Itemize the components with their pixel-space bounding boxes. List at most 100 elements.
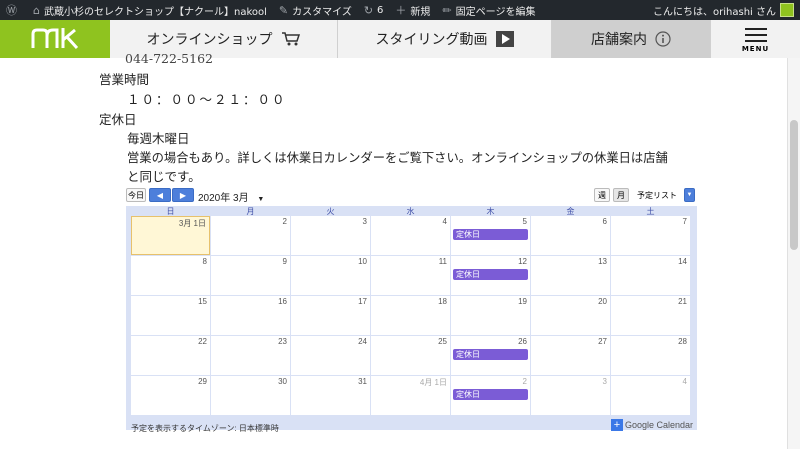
new-label: 新規 bbox=[410, 6, 431, 18]
day-cell[interactable]: 28 bbox=[611, 336, 690, 375]
day-number: 4 bbox=[682, 377, 687, 386]
scrollbar-thumb[interactable] bbox=[790, 120, 798, 250]
day-cell[interactable]: 2 定休日 bbox=[451, 376, 530, 415]
nav-store-info[interactable]: 店舗案内 bbox=[552, 20, 711, 58]
day-number: 8 bbox=[202, 257, 207, 266]
menu-button[interactable]: MENU bbox=[711, 20, 800, 58]
plus-icon: ＋ bbox=[395, 4, 407, 17]
day-cell[interactable]: 3月 1日 bbox=[131, 216, 210, 255]
day-cell[interactable]: 14 bbox=[611, 256, 690, 295]
day-cell[interactable]: 10 bbox=[291, 256, 370, 295]
month-label: 2020年 3月 bbox=[198, 193, 249, 204]
day-number: 19 bbox=[518, 297, 527, 306]
day-cell[interactable]: 20 bbox=[531, 296, 610, 335]
phone-number: 044-722-5162 bbox=[125, 51, 213, 66]
nav-styling-video-label: スタイリング動画 bbox=[375, 32, 488, 48]
brush-icon: ✎ bbox=[278, 3, 289, 17]
customize-link[interactable]: ✎ カスタマイズ bbox=[273, 0, 358, 20]
site-name-link[interactable]: ⌂ 武蔵小杉のセレクトショップ【ナクール】nakool bbox=[27, 0, 273, 20]
calendar-footer: 予定を表示するタイムゾーン: 日本標準時 + Google Calendar bbox=[126, 416, 697, 436]
day-cell[interactable]: 22 bbox=[131, 336, 210, 375]
day-cell[interactable]: 13 bbox=[531, 256, 610, 295]
google-calendar-label: Google Calendar bbox=[624, 420, 693, 430]
updates-link[interactable]: ↻ 6 bbox=[358, 0, 390, 20]
nav-styling-video[interactable]: スタイリング動画 bbox=[338, 20, 552, 58]
day-cell[interactable]: 4 bbox=[611, 376, 690, 415]
view-month-tab[interactable]: 月 bbox=[613, 188, 629, 202]
day-number: 23 bbox=[278, 337, 287, 346]
event-closed-day[interactable]: 定休日 bbox=[453, 269, 528, 280]
day-number: 9 bbox=[282, 257, 287, 266]
day-cell[interactable]: 6 bbox=[531, 216, 610, 255]
day-cell[interactable]: 12 定休日 bbox=[451, 256, 530, 295]
new-content-link[interactable]: ＋ 新規 bbox=[389, 0, 436, 20]
day-cell[interactable]: 30 bbox=[211, 376, 290, 415]
day-cell[interactable]: 26 定休日 bbox=[451, 336, 530, 375]
edit-label: 固定ページを編集 bbox=[455, 6, 536, 18]
day-cell[interactable]: 31 bbox=[291, 376, 370, 415]
customize-label: カスタマイズ bbox=[292, 6, 352, 18]
day-number: 21 bbox=[678, 297, 687, 306]
day-cell[interactable]: 18 bbox=[371, 296, 450, 335]
day-cell[interactable]: 8 bbox=[131, 256, 210, 295]
nav-store-info-label: 店舗案内 bbox=[591, 32, 647, 48]
day-cell[interactable]: 24 bbox=[291, 336, 370, 375]
event-closed-day[interactable]: 定休日 bbox=[453, 389, 528, 400]
day-cell[interactable]: 29 bbox=[131, 376, 210, 415]
day-number: 25 bbox=[438, 337, 447, 346]
note-line-1: 営業の場合もあり。詳しくは休業日カレンダーをご覧下さい。オンラインショップの休業… bbox=[127, 151, 668, 165]
hours-value: １０：００～２１：００ bbox=[127, 92, 287, 107]
user-menu[interactable]: こんにちは、orihashi さん bbox=[653, 3, 800, 18]
day-cell[interactable]: 27 bbox=[531, 336, 610, 375]
nav-online-shop-label: オンラインショップ bbox=[146, 32, 273, 48]
event-closed-day[interactable]: 定休日 bbox=[453, 349, 528, 360]
day-number: 16 bbox=[278, 297, 287, 306]
day-cell[interactable]: 16 bbox=[211, 296, 290, 335]
wordpress-menu[interactable]: Ⓦ bbox=[0, 0, 27, 20]
view-dropdown-icon[interactable]: ▼ bbox=[684, 188, 695, 202]
prev-month-button[interactable]: ◀ bbox=[149, 188, 171, 202]
day-number: 24 bbox=[358, 337, 367, 346]
day-cell[interactable]: 3 bbox=[531, 376, 610, 415]
day-number: 10 bbox=[358, 257, 367, 266]
day-number: 31 bbox=[358, 377, 367, 386]
day-cell[interactable]: 19 bbox=[451, 296, 530, 335]
view-agenda-tab[interactable]: 予定リスト bbox=[632, 188, 682, 202]
day-number: 7 bbox=[682, 217, 687, 226]
closed-day-label: 定休日 bbox=[99, 112, 137, 127]
day-cell[interactable]: 15 bbox=[131, 296, 210, 335]
home-icon: ⌂ bbox=[33, 3, 40, 17]
day-cell[interactable]: 23 bbox=[211, 336, 290, 375]
weekday-header: 水 bbox=[406, 207, 415, 216]
day-cell[interactable]: 2 bbox=[211, 216, 290, 255]
site-navigation: オンラインショップ スタイリング動画 店舗案内 MENU bbox=[0, 20, 800, 58]
today-button[interactable]: 今日 bbox=[126, 188, 146, 202]
day-number: 30 bbox=[278, 377, 287, 386]
day-cell[interactable]: 7 bbox=[611, 216, 690, 255]
month-selector[interactable]: 2020年 3月 ▼ bbox=[198, 189, 264, 204]
google-calendar-link[interactable]: + Google Calendar bbox=[610, 419, 693, 431]
nakool-logo-icon bbox=[31, 28, 79, 50]
day-cell[interactable]: 17 bbox=[291, 296, 370, 335]
page-scrollbar[interactable] bbox=[787, 58, 800, 449]
day-cell[interactable]: 9 bbox=[211, 256, 290, 295]
next-month-button[interactable]: ▶ bbox=[172, 188, 194, 202]
event-closed-day[interactable]: 定休日 bbox=[453, 229, 528, 240]
day-number: 2 bbox=[522, 377, 527, 386]
day-cell[interactable]: 3 bbox=[291, 216, 370, 255]
day-number: 26 bbox=[518, 337, 527, 346]
play-icon bbox=[495, 31, 514, 47]
day-cell[interactable]: 4月 1日 bbox=[371, 376, 450, 415]
day-cell[interactable]: 11 bbox=[371, 256, 450, 295]
edit-page-link[interactable]: ✏ 固定ページを編集 bbox=[436, 0, 541, 20]
greeting: こんにちは、orihashi さん bbox=[653, 6, 776, 18]
site-logo[interactable] bbox=[0, 20, 110, 58]
day-cell[interactable]: 21 bbox=[611, 296, 690, 335]
view-week-tab[interactable]: 週 bbox=[594, 188, 610, 202]
day-cell[interactable]: 4 bbox=[371, 216, 450, 255]
day-number: 17 bbox=[358, 297, 367, 306]
weekday-header: 木 bbox=[486, 207, 495, 216]
day-cell[interactable]: 5 定休日 bbox=[451, 216, 530, 255]
day-cell[interactable]: 25 bbox=[371, 336, 450, 375]
day-number: 3 bbox=[362, 217, 367, 226]
